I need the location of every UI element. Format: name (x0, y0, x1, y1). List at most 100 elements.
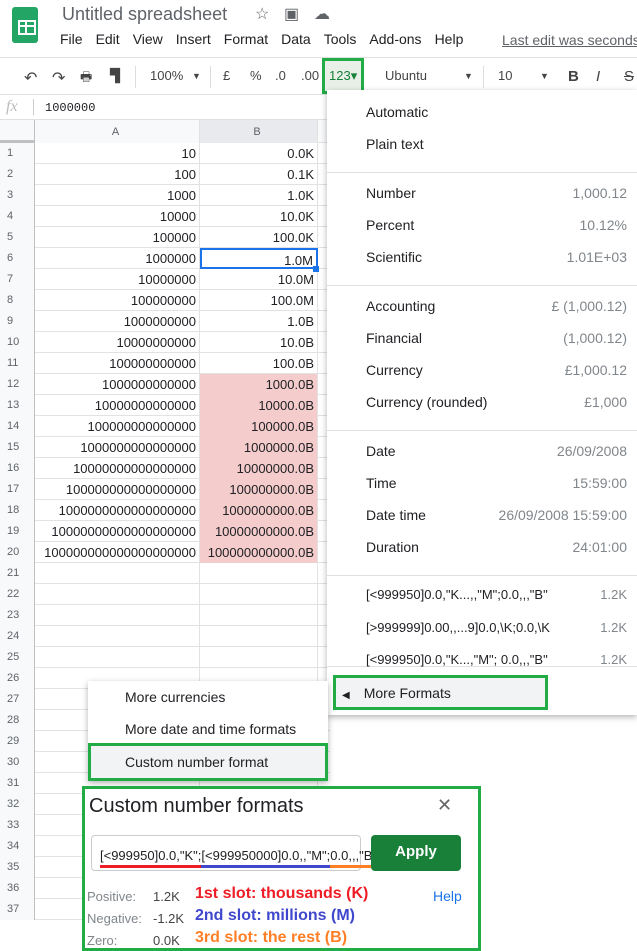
row-header[interactable]: 19 (0, 521, 35, 542)
row-header[interactable]: 27 (0, 689, 35, 710)
cell-b[interactable]: 1.0B (200, 311, 318, 332)
menu-item-format[interactable]: [<999950]0.0,"K...,,"M";0.0,,,"B" 1.2K (366, 587, 627, 602)
row-header[interactable]: 12 (0, 374, 35, 395)
row-header[interactable]: 6 (0, 248, 35, 269)
cell-a[interactable] (35, 605, 200, 626)
row-header[interactable]: 37 (0, 899, 35, 920)
menu-item-format[interactable]: Date 26/09/2008 (366, 443, 627, 459)
cell-b[interactable]: 100000.0B (200, 416, 318, 437)
cell-b[interactable]: 10.0M (200, 269, 318, 290)
menu-item-format[interactable]: Scientific 1.01E+03 (366, 249, 627, 265)
menu-file[interactable]: File (60, 31, 83, 47)
row-header[interactable]: 21 (0, 563, 35, 584)
percent-button[interactable]: % (250, 68, 262, 83)
formula-input[interactable]: 1000000 (45, 101, 95, 115)
menu-item-more-date-time[interactable]: More date and time formats (125, 721, 296, 737)
decrease-decimal-button[interactable]: .0 (275, 68, 286, 83)
cell-a[interactable] (35, 563, 200, 584)
row-header[interactable]: 9 (0, 311, 35, 332)
row-header[interactable]: 28 (0, 710, 35, 731)
cell-a[interactable]: 1000000000 (35, 311, 200, 332)
cell-a[interactable]: 1000000000000000 (35, 437, 200, 458)
cell-a[interactable]: 10 (35, 143, 200, 164)
row-header[interactable]: 22 (0, 584, 35, 605)
currency-button[interactable]: £ (223, 68, 230, 83)
menu-item-format[interactable]: Time 15:59:00 (366, 475, 627, 491)
row-header[interactable]: 10 (0, 332, 35, 353)
menu-add-ons[interactable]: Add-ons (369, 31, 421, 47)
row-header[interactable]: 26 (0, 668, 35, 689)
cell-a[interactable]: 100000000000 (35, 353, 200, 374)
redo-icon[interactable]: ↷ (52, 68, 65, 88)
row-header[interactable]: 17 (0, 479, 35, 500)
cell-b[interactable]: 1000.0B (200, 374, 318, 395)
row-header[interactable]: 14 (0, 416, 35, 437)
cell-a[interactable]: 1000000 (35, 248, 200, 269)
increase-decimal-button[interactable]: .00 (301, 68, 319, 83)
cell-a[interactable]: 10000000000000000 (35, 458, 200, 479)
row-header[interactable]: 18 (0, 500, 35, 521)
cell-b[interactable]: 100.0M (200, 290, 318, 311)
cell-b[interactable] (200, 584, 318, 605)
row-header[interactable]: 3 (0, 185, 35, 206)
menu-item-format[interactable]: Financial (1,000.12) (366, 330, 627, 346)
doc-title[interactable]: Untitled spreadsheet (62, 4, 227, 25)
cell-a[interactable]: 100000000000000000000 (35, 542, 200, 563)
zoom-select[interactable]: 100% (150, 68, 183, 83)
menu-item-more-formats[interactable]: ◀ More Formats (333, 675, 548, 710)
cell-b[interactable]: 1.0K (200, 185, 318, 206)
star-icon[interactable]: ☆ (255, 4, 269, 24)
cell-b[interactable]: 10.0K (200, 206, 318, 227)
cell-a[interactable]: 10000 (35, 206, 200, 227)
undo-icon[interactable]: ↶ (24, 68, 37, 88)
menu-item-format[interactable]: Percent 10.12% (366, 217, 627, 233)
sheets-logo[interactable] (12, 7, 38, 43)
cell-b[interactable] (200, 647, 318, 668)
row-header[interactable]: 36 (0, 878, 35, 899)
cell-a[interactable]: 100000000 (35, 290, 200, 311)
italic-button[interactable]: I (596, 68, 600, 85)
menu-item-format[interactable]: Currency (rounded) £1,000 (366, 394, 627, 410)
cell-b[interactable]: 1.0M (200, 248, 318, 269)
cell-b[interactable]: 10.0B (200, 332, 318, 353)
row-header[interactable]: 11 (0, 353, 35, 374)
cloud-status-icon[interactable]: ☁ (314, 4, 330, 24)
cell-b[interactable]: 0.0K (200, 143, 318, 164)
row-header[interactable]: 25 (0, 647, 35, 668)
move-folder-icon[interactable]: ▣ (284, 4, 299, 24)
row-header[interactable]: 23 (0, 605, 35, 626)
cell-b[interactable]: 10000.0B (200, 395, 318, 416)
menu-data[interactable]: Data (281, 31, 311, 47)
cell-b[interactable]: 100.0B (200, 353, 318, 374)
cell-a[interactable] (35, 584, 200, 605)
help-link[interactable]: Help (433, 888, 462, 904)
menu-item-custom-number-format[interactable]: Custom number format (88, 743, 328, 781)
close-icon[interactable]: ✕ (437, 795, 452, 816)
menu-item-more-currencies[interactable]: More currencies (125, 689, 225, 705)
cell-a[interactable]: 10000000000000000000 (35, 521, 200, 542)
menu-insert[interactable]: Insert (176, 31, 211, 47)
menu-item-format[interactable]: Currency £1,000.12 (366, 362, 627, 378)
bold-button[interactable]: B (568, 68, 579, 85)
row-header[interactable]: 30 (0, 752, 35, 773)
row-header[interactable]: 35 (0, 857, 35, 878)
cell-a[interactable]: 1000 (35, 185, 200, 206)
cell-a[interactable] (35, 626, 200, 647)
menu-item-format[interactable]: Automatic (366, 104, 627, 120)
apply-button[interactable]: Apply (371, 835, 461, 871)
cell-b[interactable]: 10000000.0B (200, 458, 318, 479)
menu-item-format[interactable]: Accounting £ (1,000.12) (366, 298, 627, 314)
row-header[interactable]: 29 (0, 731, 35, 752)
last-edit-link[interactable]: Last edit was seconds (502, 32, 637, 48)
font-size-select[interactable]: 10 (498, 68, 512, 83)
row-header[interactable]: 13 (0, 395, 35, 416)
row-header[interactable]: 16 (0, 458, 35, 479)
cell-a[interactable]: 10000000000 (35, 332, 200, 353)
cell-b[interactable]: 100000000.0B (200, 479, 318, 500)
row-header[interactable]: 5 (0, 227, 35, 248)
strikethrough-button[interactable]: S (624, 68, 634, 85)
column-header-b[interactable]: B (200, 120, 318, 143)
menu-edit[interactable]: Edit (96, 31, 120, 47)
cell-a[interactable] (35, 647, 200, 668)
fill-handle[interactable] (313, 266, 319, 272)
